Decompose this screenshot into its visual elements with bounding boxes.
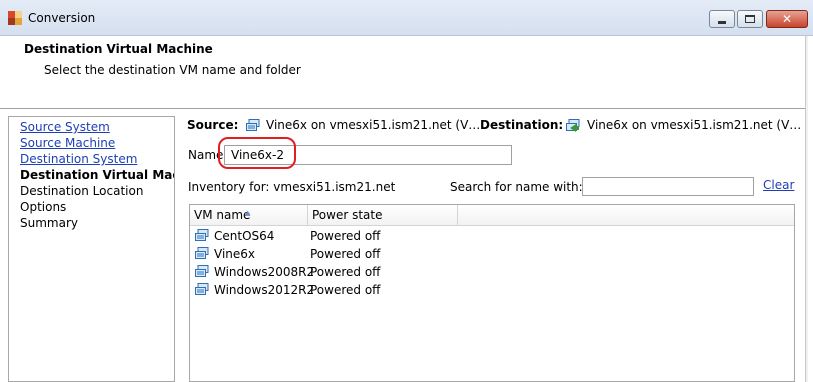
window-title: Conversion	[28, 11, 96, 25]
table-row[interactable]: Windows2008R2 Powered off	[190, 263, 794, 281]
column-header-vm-name[interactable]: VM name ▲	[190, 205, 308, 226]
sidebar-item-destination-location: Destination Location	[20, 184, 144, 198]
title-bar: Conversion ✕	[0, 0, 813, 36]
conversion-app-icon	[8, 11, 22, 25]
table-row[interactable]: Vine6x Powered off	[190, 245, 794, 263]
vm-name-input[interactable]	[224, 145, 512, 165]
sidebar-item-summary: Summary	[20, 216, 78, 230]
table-row[interactable]: CentOS64 Powered off	[190, 227, 794, 245]
sort-ascending-icon: ▲	[245, 209, 251, 217]
vm-name-cell: CentOS64	[214, 229, 275, 243]
source-value: Vine6x on vmesxi51.ism21.net (V…	[266, 118, 481, 132]
sidebar-item-options: Options	[20, 200, 67, 214]
vm-icon	[195, 265, 209, 277]
page-subtitle: Select the destination VM name and folde…	[44, 63, 301, 77]
sidebar-item-destination-virtual-machine: Destination Virtual Mac	[20, 168, 175, 182]
close-icon: ✕	[781, 12, 793, 26]
window-right-edge	[805, 36, 808, 382]
vm-icon	[246, 119, 260, 131]
minimize-button[interactable]	[709, 10, 735, 28]
inventory-label: Inventory for: vmesxi51.ism21.net	[188, 180, 396, 194]
power-state-cell: Powered off	[310, 265, 381, 279]
maximize-button[interactable]	[737, 10, 763, 28]
search-input[interactable]	[582, 177, 754, 196]
main-panel: Source: Vine6x on vmesxi51.ism21.net (V……	[180, 109, 805, 382]
column-header-label: VM name	[194, 208, 251, 222]
vm-table: VM name ▲ Power state CentOS64 Powered o…	[189, 204, 795, 382]
destination-value: Vine6x on vmesxi51.ism21.net (V…	[587, 118, 802, 132]
vm-icon	[195, 229, 209, 241]
close-button[interactable]: ✕	[766, 10, 808, 28]
page-title: Destination Virtual Machine	[24, 42, 213, 56]
vm-icon	[195, 283, 209, 295]
maximize-icon	[745, 15, 755, 23]
vm-convert-icon	[566, 119, 580, 132]
sidebar-item-source-system[interactable]: Source System	[20, 119, 110, 135]
column-header-power-state[interactable]: Power state	[308, 205, 458, 226]
power-state-cell: Powered off	[310, 283, 381, 297]
power-state-cell: Powered off	[310, 247, 381, 261]
power-state-cell: Powered off	[310, 229, 381, 243]
search-label: Search for name with:	[450, 180, 583, 194]
column-header-label: Power state	[312, 208, 383, 222]
clear-link[interactable]: Clear	[763, 178, 794, 192]
vm-name-cell: Windows2008R2	[214, 265, 315, 279]
wizard-header: Destination Virtual Machine Select the d…	[0, 36, 808, 108]
vm-name-cell: Windows2012R2	[214, 283, 315, 297]
name-label: Name:	[188, 148, 228, 162]
vm-icon	[195, 247, 209, 259]
source-label: Source:	[187, 118, 239, 132]
destination-label: Destination:	[480, 118, 564, 132]
table-header: VM name ▲ Power state	[190, 205, 794, 226]
sidebar-item-destination-system[interactable]: Destination System	[20, 151, 137, 167]
wizard-steps-sidebar: Source System Source Machine Destination…	[8, 116, 175, 382]
minimize-icon	[718, 20, 726, 24]
sidebar-item-source-machine[interactable]: Source Machine	[20, 135, 115, 151]
table-row[interactable]: Windows2012R2 Powered off	[190, 281, 794, 299]
vm-name-cell: Vine6x	[214, 247, 256, 261]
